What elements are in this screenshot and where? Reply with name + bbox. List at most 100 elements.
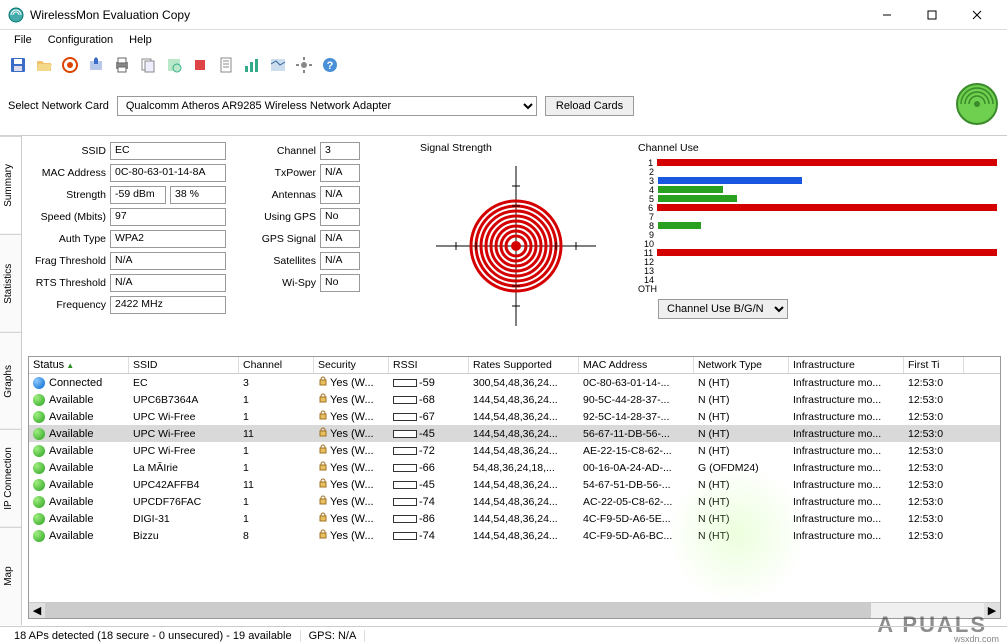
- cell-infra: Infrastructure mo...: [789, 513, 904, 525]
- maximize-button[interactable]: [909, 1, 954, 29]
- status-text: Available: [49, 394, 93, 406]
- close-button[interactable]: [954, 1, 999, 29]
- header-security[interactable]: Security: [314, 357, 389, 373]
- cell-rates: 144,54,48,36,24...: [469, 445, 579, 457]
- cell-security: Yes (W...: [330, 462, 374, 474]
- menu-help[interactable]: Help: [121, 32, 160, 48]
- auth-value: WPA2: [110, 230, 226, 248]
- stop-icon[interactable]: [188, 53, 212, 77]
- tab-ipconnection[interactable]: IP Connection: [0, 429, 21, 527]
- status-text: Available: [49, 428, 93, 440]
- map-icon[interactable]: [266, 53, 290, 77]
- wispy-label: Wi-Spy: [238, 277, 316, 289]
- gps-value: No: [320, 208, 360, 226]
- gpssig-label: GPS Signal: [238, 233, 316, 245]
- status-dot-icon: [33, 479, 45, 491]
- cell-rssi: -74: [419, 530, 435, 542]
- header-rssi[interactable]: RSSI: [389, 357, 469, 373]
- cell-rates: 144,54,48,36,24...: [469, 530, 579, 542]
- tab-summary[interactable]: Summary: [0, 136, 21, 234]
- cell-ssid: La MĂIrie: [129, 462, 239, 474]
- header-ntype[interactable]: Network Type: [694, 357, 789, 373]
- copy-icon[interactable]: [136, 53, 160, 77]
- table-row[interactable]: AvailableUPC Wi-Free11Yes (W...-45144,54…: [29, 425, 1000, 442]
- status-dot-icon: [33, 394, 45, 406]
- lock-icon: [318, 478, 328, 491]
- window-title: WirelessMon Evaluation Copy: [30, 8, 864, 22]
- channel-row: 3: [638, 176, 997, 185]
- table-row[interactable]: AvailableUPC Wi-Free1Yes (W...-72144,54,…: [29, 442, 1000, 459]
- table-row[interactable]: AvailableBizzu8Yes (W...-74144,54,48,36,…: [29, 527, 1000, 544]
- cell-time: 12:53:0: [904, 411, 964, 423]
- rssi-bar: [393, 430, 417, 438]
- cell-security: Yes (W...: [330, 445, 374, 457]
- open-icon[interactable]: [32, 53, 56, 77]
- table-row[interactable]: AvailableLa MĂIrie1Yes (W...-6654,48,36,…: [29, 459, 1000, 476]
- header-rates[interactable]: Rates Supported: [469, 357, 579, 373]
- header-status[interactable]: Status▲: [29, 357, 129, 373]
- lock-icon: [318, 495, 328, 508]
- reload-cards-button[interactable]: Reload Cards: [545, 96, 634, 116]
- table-row[interactable]: AvailableUPCDF76FAC1Yes (W...-74144,54,4…: [29, 493, 1000, 510]
- tab-map[interactable]: Map: [0, 527, 21, 625]
- table-row[interactable]: AvailableUPC Wi-Free1Yes (W...-67144,54,…: [29, 408, 1000, 425]
- rssi-bar: [393, 379, 417, 387]
- cell-ssid: UPC Wi-Free: [129, 428, 239, 440]
- minimize-button[interactable]: [864, 1, 909, 29]
- wispy-value: No: [320, 274, 360, 292]
- cell-ntype: N (HT): [694, 377, 789, 389]
- header-infra[interactable]: Infrastructure: [789, 357, 904, 373]
- cell-mac: AE-22-15-C8-62-...: [579, 445, 694, 457]
- cell-ssid: UPCDF76FAC: [129, 496, 239, 508]
- cell-channel: 1: [239, 462, 314, 474]
- channel-row: 10: [638, 239, 997, 248]
- side-tabs: Summary Statistics Graphs IP Connection …: [0, 136, 22, 625]
- print-icon[interactable]: [110, 53, 134, 77]
- cell-ntype: G (OFDM24): [694, 462, 789, 474]
- channel-bar: [658, 186, 723, 193]
- cell-time: 12:53:0: [904, 530, 964, 542]
- target-icon[interactable]: [58, 53, 82, 77]
- fields-panel: SSIDEC MAC Address0C-80-63-01-14-8A Stre…: [28, 142, 408, 352]
- menu-configuration[interactable]: Configuration: [40, 32, 121, 48]
- scroll-left-icon[interactable]: ◀: [29, 603, 45, 619]
- header-channel[interactable]: Channel: [239, 357, 314, 373]
- lock-icon: [318, 393, 328, 406]
- table-row[interactable]: ConnectedEC3Yes (W...-59300,54,48,36,24.…: [29, 374, 1000, 391]
- export-icon[interactable]: [84, 53, 108, 77]
- cell-ntype: N (HT): [694, 411, 789, 423]
- rts-label: RTS Threshold: [28, 277, 106, 289]
- status-dot-icon: [33, 411, 45, 423]
- table-row[interactable]: AvailableUPC6B7364A1Yes (W...-68144,54,4…: [29, 391, 1000, 408]
- main-area: Summary Statistics Graphs IP Connection …: [0, 135, 1007, 625]
- header-ssid[interactable]: SSID: [129, 357, 239, 373]
- channel-bar: [657, 249, 997, 256]
- menubar: File Configuration Help: [0, 30, 1007, 50]
- save-icon[interactable]: [6, 53, 30, 77]
- log-icon[interactable]: [214, 53, 238, 77]
- table-row[interactable]: AvailableUPC42AFFB411Yes (W...-45144,54,…: [29, 476, 1000, 493]
- status-dot-icon: [33, 445, 45, 457]
- channel-row: 5: [638, 194, 997, 203]
- cell-channel: 8: [239, 530, 314, 542]
- tab-statistics[interactable]: Statistics: [0, 234, 21, 332]
- help-icon[interactable]: ?: [318, 53, 342, 77]
- graph-icon[interactable]: [240, 53, 264, 77]
- scan-icon[interactable]: [162, 53, 186, 77]
- header-mac[interactable]: MAC Address: [579, 357, 694, 373]
- network-card-select[interactable]: Qualcomm Atheros AR9285 Wireless Network…: [117, 96, 537, 116]
- menu-file[interactable]: File: [6, 32, 40, 48]
- table-row[interactable]: AvailableDIGI-311Yes (W...-86144,54,48,3…: [29, 510, 1000, 527]
- channel-use-select[interactable]: Channel Use B/G/N: [658, 299, 788, 319]
- tab-graphs[interactable]: Graphs: [0, 332, 21, 430]
- status-text: Available: [49, 479, 93, 491]
- gps-label: Using GPS: [238, 211, 316, 223]
- header-time[interactable]: First Ti: [904, 357, 964, 373]
- cell-ntype: N (HT): [694, 428, 789, 440]
- settings-icon[interactable]: [292, 53, 316, 77]
- cell-rssi: -45: [419, 428, 435, 440]
- networks-grid: Status▲ SSID Channel Security RSSI Rates…: [28, 356, 1001, 619]
- grid-body[interactable]: ConnectedEC3Yes (W...-59300,54,48,36,24.…: [29, 374, 1000, 602]
- speed-label: Speed (Mbits): [28, 211, 106, 223]
- horizontal-scrollbar[interactable]: ◀ ▶: [29, 602, 1000, 618]
